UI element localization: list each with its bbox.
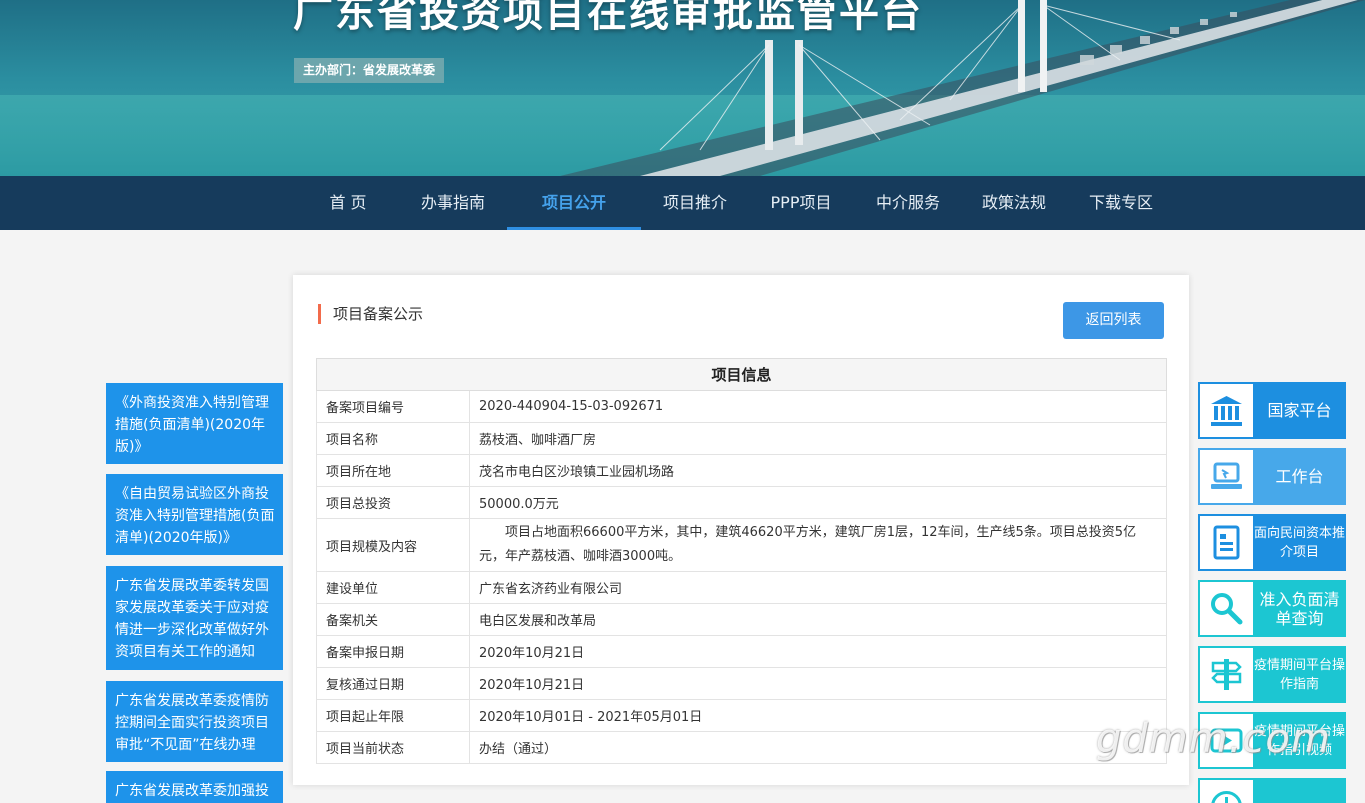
- tile-epidemic-guide[interactable]: 疫情期间平台操作指南: [1198, 646, 1346, 703]
- tile-label: 面向民间资本推介项目: [1253, 525, 1345, 560]
- table-row: 项目总投资 50000.0万元: [316, 486, 1167, 519]
- row-value: 茂名市电白区沙琅镇工业园机场路: [469, 454, 1167, 487]
- row-label: 项目所在地: [316, 454, 470, 487]
- tile-workbench[interactable]: 工作台: [1198, 448, 1346, 505]
- row-label: 备案申报日期: [316, 635, 470, 668]
- nav-download[interactable]: 下载专区: [1078, 176, 1164, 230]
- row-value: 广东省玄济药业有限公司: [469, 571, 1167, 604]
- host-department-badge: 主办部门：省发展改革委: [294, 58, 445, 83]
- table-row: 备案机关 电白区发展和改革局: [316, 603, 1167, 636]
- row-label: 项目规模及内容: [316, 518, 470, 572]
- government-building-icon: [1211, 396, 1242, 426]
- table-row: 建设单位 广东省玄济药业有限公司: [316, 571, 1167, 604]
- row-label: 建设单位: [316, 571, 470, 604]
- computer-icon: [1211, 462, 1242, 489]
- tile-label: 国家平台: [1267, 401, 1332, 420]
- row-label: 项目起止年限: [316, 699, 470, 732]
- clock-icon: [1211, 791, 1242, 803]
- table-row: 项目所在地 茂名市电白区沙琅镇工业园机场路: [316, 454, 1167, 487]
- nav-home[interactable]: 首 页: [318, 176, 378, 230]
- table-row: 项目规模及内容 项目占地面积66600平方米，其中，建筑46620平方米，建筑厂…: [316, 518, 1167, 572]
- project-info-table: 项目信息 备案项目编号 2020-440904-15-03-092671 项目名…: [316, 358, 1167, 764]
- table-row: 复核通过日期 2020年10月21日: [316, 667, 1167, 700]
- site-watermark: gdmm.com: [1096, 716, 1331, 762]
- row-value: 2020年10月21日: [469, 667, 1167, 700]
- table-row: 备案项目编号 2020-440904-15-03-092671: [316, 390, 1167, 423]
- row-label: 备案项目编号: [316, 390, 470, 423]
- table-row: 项目当前状态 办结（通过）: [316, 731, 1167, 764]
- tile-more[interactable]: [1198, 778, 1346, 803]
- site-title: 广东省投资项目在线审批监管平台: [293, 0, 923, 36]
- left-link-epidemic-foreign-notice[interactable]: 广东省发展改革委转发国家发展改革委关于应对疫情进一步深化改革做好外资项目有关工作…: [106, 566, 283, 670]
- row-value: 2020年10月01日 - 2021年05月01日: [469, 699, 1167, 732]
- table-row: 项目起止年限 2020年10月01日 - 2021年05月01日: [316, 699, 1167, 732]
- table-row: 备案申报日期 2020年10月21日: [316, 635, 1167, 668]
- row-label: 项目当前状态: [316, 731, 470, 764]
- table-row: 项目名称 荔枝酒、咖啡酒厂房: [316, 422, 1167, 455]
- tile-negative-list-query[interactable]: 准入负面清单查询: [1198, 580, 1346, 637]
- row-value: 电白区发展和改革局: [469, 603, 1167, 636]
- nav-project-public[interactable]: 项目公开: [507, 176, 641, 230]
- row-value: 项目占地面积66600平方米，其中，建筑46620平方米，建筑厂房1层，12车间…: [469, 518, 1167, 572]
- nav-intermediary[interactable]: 中介服务: [865, 176, 951, 230]
- row-value: 50000.0万元: [469, 486, 1167, 519]
- back-to-list-button[interactable]: 返回列表: [1063, 302, 1164, 339]
- row-value: 办结（通过）: [469, 731, 1167, 764]
- left-link-foreign-negative-list[interactable]: 《外商投资准入特别管理措施(负面清单)(2020年版)》: [106, 383, 283, 464]
- row-label: 复核通过日期: [316, 667, 470, 700]
- row-label: 项目总投资: [316, 486, 470, 519]
- tile-label: 准入负面清单查询: [1259, 589, 1340, 628]
- row-value: 荔枝酒、咖啡酒厂房: [469, 422, 1167, 455]
- tile-label: 疫情期间平台操作指南: [1253, 657, 1345, 692]
- left-link-online-approval[interactable]: 广东省发展改革委疫情防控期间全面实行投资项目审批“不见面”在线办理: [106, 681, 283, 762]
- card-title: 项目备案公示: [318, 304, 423, 324]
- row-label: 备案机关: [316, 603, 470, 636]
- tile-private-capital[interactable]: 面向民间资本推介项目: [1198, 514, 1346, 571]
- signpost-icon: [1211, 659, 1242, 690]
- tile-national-platform[interactable]: 国家平台: [1198, 382, 1346, 439]
- nav-policy[interactable]: 政策法规: [971, 176, 1057, 230]
- document-list-icon: [1213, 525, 1240, 560]
- left-link-ftz-negative-list[interactable]: 《自由贸易试验区外商投资准入特别管理措施(负面清单)(2020年版)》: [106, 474, 283, 555]
- row-value: 2020年10月21日: [469, 635, 1167, 668]
- project-record-card: 项目备案公示 返回列表 项目信息 备案项目编号 2020-440904-15-0…: [293, 275, 1189, 785]
- nav-project-promotion[interactable]: 项目推介: [652, 176, 738, 230]
- row-value: 2020-440904-15-03-092671: [469, 390, 1167, 423]
- main-nav: 首 页 办事指南 项目公开 项目推介 PPP项目 中介服务 政策法规 下载专区: [0, 176, 1365, 230]
- tile-label: 工作台: [1275, 467, 1324, 486]
- header-banner: 广东省投资项目在线审批监管平台 主办部门：省发展改革委: [0, 0, 1365, 176]
- left-link-strengthen[interactable]: 广东省发展改革委加强投: [106, 771, 283, 803]
- row-label: 项目名称: [316, 422, 470, 455]
- table-header: 项目信息: [316, 358, 1167, 391]
- nav-ppp[interactable]: PPP项目: [760, 176, 842, 230]
- nav-guide[interactable]: 办事指南: [410, 176, 496, 230]
- tile-label: [1253, 778, 1346, 803]
- scale-content-text: 项目占地面积66600平方米，其中，建筑46620平方米，建筑厂房1层，12车间…: [479, 525, 1137, 564]
- search-icon: [1211, 593, 1243, 625]
